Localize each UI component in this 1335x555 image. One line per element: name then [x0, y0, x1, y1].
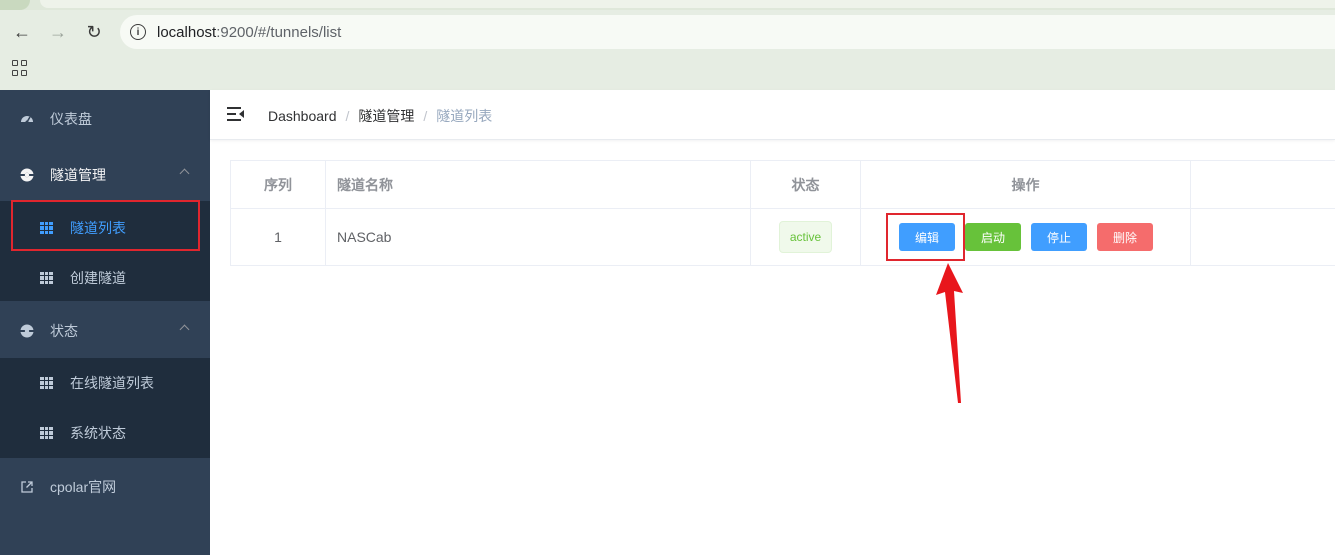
- stop-button[interactable]: 停止: [1031, 223, 1087, 251]
- sidebar-item-label: 系统状态: [70, 425, 126, 441]
- delete-button[interactable]: 删除: [1097, 223, 1153, 251]
- navbar: Dashboard / 隧道管理 / 隧道列表: [210, 90, 1335, 140]
- sidebar-item-label: 在线隧道列表: [70, 375, 154, 391]
- sidebar-item-label: 创建隧道: [70, 270, 126, 286]
- sidebar-item-tunnel-management[interactable]: 隧道管理: [0, 147, 210, 203]
- column-header-index[interactable]: 序列: [231, 161, 326, 209]
- column-header-actions[interactable]: 操作: [861, 161, 1191, 209]
- browser-chrome: ← → ↻ i localhost:9200/#/tunnels/list: [0, 0, 1335, 90]
- sidebar-item-system-status[interactable]: 系统状态: [0, 408, 210, 458]
- annotation-edit-box: [886, 213, 965, 261]
- sidebar-item-label: 仪表盘: [50, 111, 92, 127]
- sidebar-item-label: 状态: [50, 323, 78, 339]
- sidebar-item-status[interactable]: 状态: [0, 303, 210, 359]
- submenu-status: 在线隧道列表 系统状态: [0, 358, 210, 458]
- tunnels-table: 序列 隧道名称 状态 操作 1 NASCab active 编辑 启动 停止 删…: [230, 160, 1335, 266]
- forward-arrow-icon[interactable]: →: [44, 18, 72, 46]
- sidebar-item-create-tunnel[interactable]: 创建隧道: [0, 253, 210, 303]
- tab-strip: [0, 0, 1335, 10]
- chevron-up-icon: [179, 324, 190, 335]
- breadcrumb-current: 隧道列表: [436, 108, 493, 124]
- cell-status: active: [751, 209, 861, 265]
- annotation-arrow-icon: [936, 263, 963, 403]
- status-badge: active: [778, 221, 833, 253]
- breadcrumb-home[interactable]: Dashboard: [268, 108, 337, 124]
- circle-dot-icon: [20, 168, 34, 182]
- column-header-spacer: [1191, 161, 1335, 209]
- column-header-status[interactable]: 状态: [751, 161, 861, 209]
- sidebar: 仪表盘 隧道管理 隧道列表 创建隧道 状态 在线隧道列表 系统状态 cpolar…: [0, 90, 210, 555]
- breadcrumb-parent: 隧道管理: [358, 108, 415, 124]
- main-content: Dashboard / 隧道管理 / 隧道列表 序列 隧道名称 状态 操作 1 …: [210, 90, 1335, 555]
- sidebar-item-online-tunnels[interactable]: 在线隧道列表: [0, 358, 210, 408]
- sidebar-item-label: 隧道管理: [50, 167, 106, 183]
- start-button[interactable]: 启动: [965, 223, 1021, 251]
- sidebar-item-dashboard[interactable]: 仪表盘: [0, 91, 210, 147]
- cell-spacer: [1191, 209, 1335, 265]
- breadcrumb: Dashboard / 隧道管理 / 隧道列表: [268, 106, 492, 126]
- table-grid-icon: [40, 272, 53, 284]
- table-grid-icon: [40, 427, 53, 439]
- column-header-name[interactable]: 隧道名称: [326, 161, 751, 209]
- navigation-row: ← → ↻ i localhost:9200/#/tunnels/list: [0, 14, 1335, 50]
- table-grid-icon: [40, 377, 53, 389]
- url-path: :9200/#/tunnels/list: [216, 23, 342, 41]
- site-info-icon[interactable]: i: [130, 24, 146, 40]
- sidebar-item-label: cpolar官网: [50, 479, 117, 495]
- apps-grid-icon[interactable]: [12, 60, 28, 76]
- cell-index: 1: [231, 209, 326, 265]
- address-bar[interactable]: i localhost:9200/#/tunnels/list: [120, 15, 1335, 49]
- url-host: localhost: [157, 23, 217, 41]
- cell-tunnel-name: NASCab: [326, 209, 751, 265]
- annotation-highlight-box: [11, 200, 200, 251]
- circle-dot-icon: [20, 324, 34, 338]
- hamburger-fold-icon[interactable]: [227, 107, 244, 121]
- back-arrow-icon[interactable]: ←: [8, 18, 36, 46]
- external-link-icon: [20, 480, 34, 494]
- chevron-up-icon: [179, 168, 190, 179]
- breadcrumb-separator: /: [345, 108, 350, 124]
- address-url[interactable]: localhost:9200/#/tunnels/list: [157, 24, 341, 41]
- tab-corner: [0, 0, 30, 10]
- reload-icon[interactable]: ↻: [80, 18, 108, 46]
- breadcrumb-separator: /: [423, 108, 428, 124]
- dashboard-icon: [20, 112, 34, 126]
- active-tab[interactable]: [40, 0, 1335, 8]
- sidebar-item-cpolar-site[interactable]: cpolar官网: [0, 459, 210, 515]
